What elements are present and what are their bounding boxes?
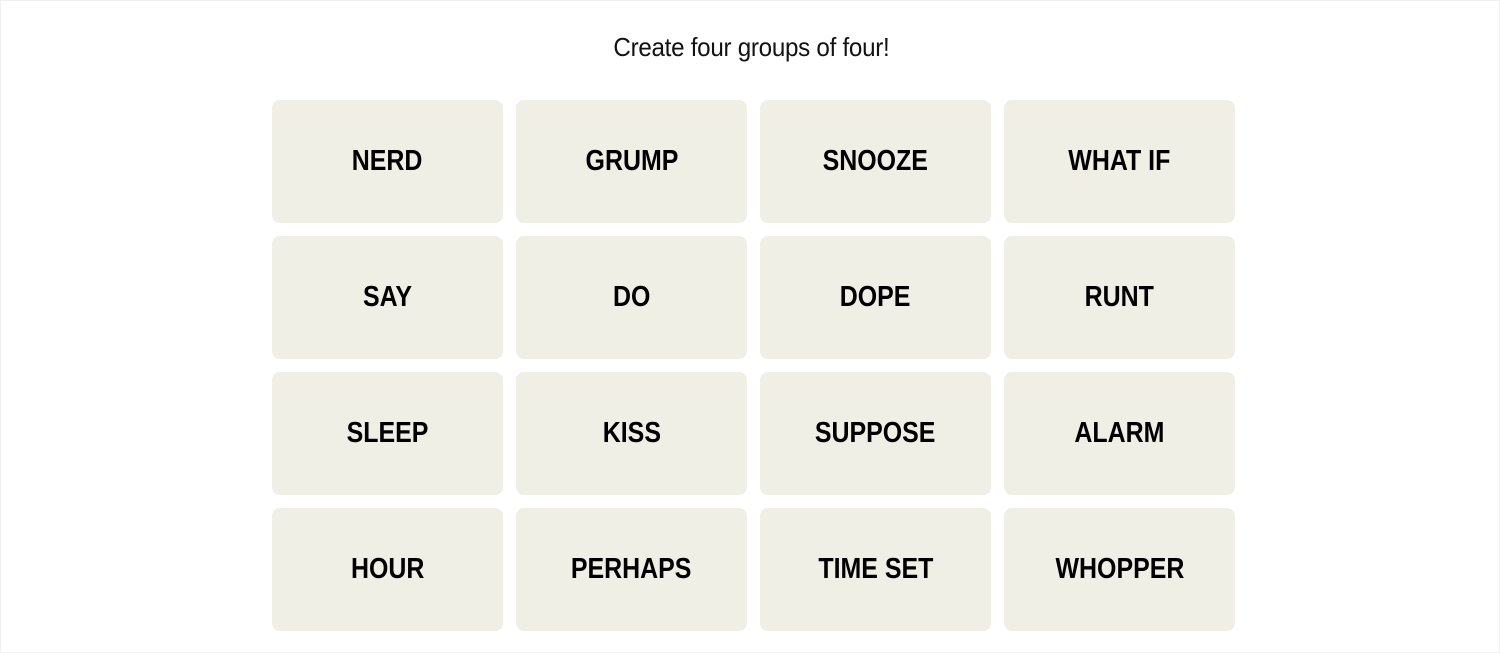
word-tile-label: SUPPOSE <box>815 417 936 449</box>
word-tile-label: RUNT <box>1084 281 1155 313</box>
word-tile-label: TIME SET <box>817 553 933 585</box>
word-tile-label: SNOOZE <box>822 145 929 177</box>
word-tile[interactable]: DO <box>516 236 747 359</box>
word-tile-label: DOPE <box>840 281 911 313</box>
word-tile-label: DO <box>612 281 651 313</box>
word-tile[interactable]: WHOPPER <box>1004 508 1235 631</box>
word-tile[interactable]: PERHAPS <box>516 508 747 631</box>
word-tile-label: HOUR <box>350 553 425 585</box>
word-tile[interactable]: WHAT IF <box>1004 100 1235 223</box>
word-tile[interactable]: SLEEP <box>272 372 503 495</box>
word-tile[interactable]: DOPE <box>760 236 991 359</box>
word-tile[interactable]: HOUR <box>272 508 503 631</box>
word-tile-label: GRUMP <box>585 145 678 177</box>
word-tile[interactable]: TIME SET <box>760 508 991 631</box>
word-tile[interactable]: SUPPOSE <box>760 372 991 495</box>
word-tile[interactable]: ALARM <box>1004 372 1235 495</box>
word-tile[interactable]: RUNT <box>1004 236 1235 359</box>
instructions-text: Create four groups of four! <box>612 32 890 62</box>
instructions-heading: Create four groups of four! <box>1 29 1500 65</box>
word-tile-label: SAY <box>363 281 412 313</box>
word-tile[interactable]: SAY <box>272 236 503 359</box>
word-tile[interactable]: NERD <box>272 100 503 223</box>
word-tile[interactable]: GRUMP <box>516 100 747 223</box>
word-tile-label: KISS <box>602 417 661 449</box>
word-tile[interactable]: KISS <box>516 372 747 495</box>
word-tile-label: WHAT IF <box>1068 145 1171 177</box>
word-tile-label: WHOPPER <box>1055 553 1184 585</box>
word-tile-label: PERHAPS <box>571 553 692 585</box>
word-tile-label: ALARM <box>1074 417 1165 449</box>
word-tile[interactable]: SNOOZE <box>760 100 991 223</box>
word-tile-label: NERD <box>352 145 423 177</box>
word-tile-label: SLEEP <box>346 417 429 449</box>
word-grid: NERD GRUMP SNOOZE WHAT IF SAY DO DOPE RU… <box>272 100 1235 631</box>
